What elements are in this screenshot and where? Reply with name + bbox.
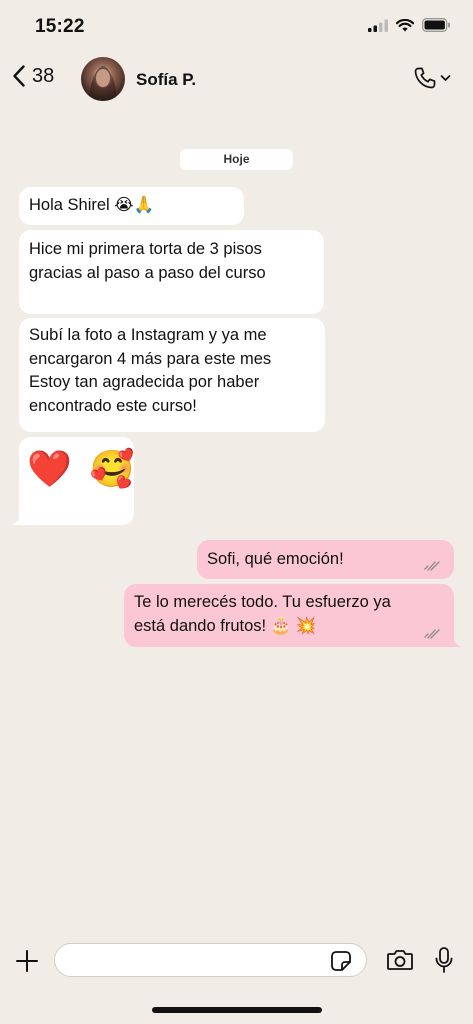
chevron-down-icon xyxy=(440,75,451,81)
message-text: gracias al paso a paso del curso xyxy=(29,263,266,282)
date-separator: Hoje xyxy=(180,149,293,170)
back-button[interactable]: 38 xyxy=(12,64,54,88)
microphone-icon xyxy=(435,947,453,973)
battery-icon xyxy=(422,18,450,32)
incoming-message[interactable]: Hice mi primera torta de 3 pisos gracias… xyxy=(19,230,324,314)
outgoing-message[interactable]: Te lo merecés todo. Tu esfuerzo ya está … xyxy=(124,584,462,647)
status-bar: 15:22 xyxy=(0,0,473,52)
message-composer xyxy=(0,936,473,986)
bubble-tail xyxy=(11,511,27,525)
avatar-photo xyxy=(89,66,117,101)
avatar[interactable] xyxy=(81,57,125,101)
attach-button[interactable] xyxy=(15,949,39,978)
sticker-icon xyxy=(331,951,351,971)
plus-icon xyxy=(16,950,38,972)
incoming-message[interactable]: Subí la foto a Instagram y ya me encarga… xyxy=(19,318,325,432)
message-text: encargaron 4 más para este mes xyxy=(29,349,272,368)
message-input[interactable] xyxy=(54,943,367,977)
home-indicator[interactable] xyxy=(152,1007,322,1013)
message-text: Hice mi primera torta de 3 pisos xyxy=(29,240,262,258)
call-button[interactable] xyxy=(413,66,451,90)
phone-icon xyxy=(414,67,436,89)
sticker-button[interactable] xyxy=(330,950,352,977)
message-text: Sofi, qué emoción! xyxy=(207,550,344,568)
chat-header: 38 Sofía P. xyxy=(0,52,473,110)
message-text: Subí la foto a Instagram y ya me xyxy=(29,326,267,344)
unread-count: 38 xyxy=(32,64,55,87)
read-receipt-icon xyxy=(424,629,440,639)
bubble-tail xyxy=(446,633,462,647)
message-text: Hola Shirel 😭🙏 xyxy=(29,196,155,214)
read-receipt-icon xyxy=(424,561,440,571)
cellular-signal-icon xyxy=(368,19,388,32)
camera-icon xyxy=(387,950,413,970)
message-text: encontrado este curso! xyxy=(29,396,197,415)
status-icons xyxy=(368,18,451,32)
outgoing-message[interactable]: Sofi, qué emoción! xyxy=(197,540,454,579)
microphone-button[interactable] xyxy=(434,946,454,979)
camera-button[interactable] xyxy=(386,948,414,977)
message-emoji: ❤️ 🥰 xyxy=(27,448,139,489)
incoming-message[interactable]: ❤️ 🥰 xyxy=(11,437,139,525)
chevron-left-icon xyxy=(13,65,25,87)
incoming-message[interactable]: Hola Shirel 😭🙏 xyxy=(19,187,244,225)
chat-screen: 15:22 38 Sofía P. Hoje Hola Shirel 😭🙏 Hi… xyxy=(0,0,473,1024)
message-text: Estoy tan agradecida por haber xyxy=(29,373,260,391)
status-time: 15:22 xyxy=(35,16,85,37)
contact-name[interactable]: Sofía P. xyxy=(136,70,196,90)
message-text: Te lo merecés todo. Tu esfuerzo ya xyxy=(134,593,391,611)
message-text: está dando frutos! 🎂 💥 xyxy=(134,616,317,635)
wifi-icon xyxy=(396,18,414,31)
